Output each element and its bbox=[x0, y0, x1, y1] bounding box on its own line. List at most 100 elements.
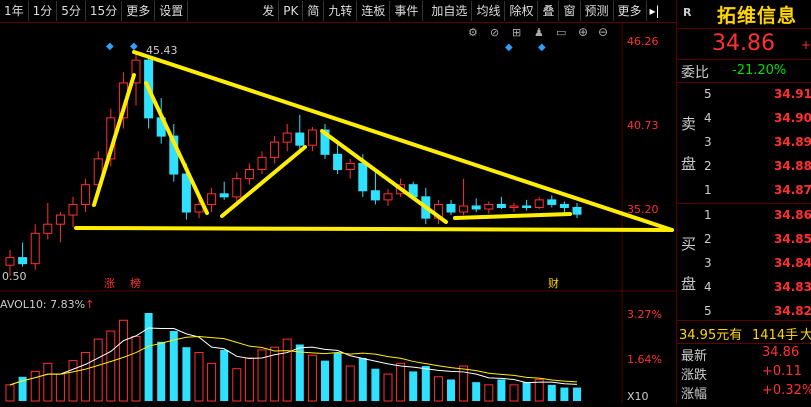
volume-bar[interactable] bbox=[118, 319, 128, 402]
volume-bar[interactable] bbox=[282, 338, 292, 402]
order-book-row[interactable]: 5 34.91 bbox=[677, 83, 811, 107]
candle-body[interactable] bbox=[572, 206, 582, 215]
order-book-row[interactable]: 3 34.89 bbox=[677, 131, 811, 155]
candle-body[interactable] bbox=[370, 190, 380, 201]
volume-bar[interactable] bbox=[333, 352, 342, 401]
candle-body[interactable] bbox=[270, 141, 280, 158]
toolbar-item[interactable]: 设置 bbox=[155, 1, 189, 21]
candle-body[interactable] bbox=[307, 129, 317, 146]
toolbar-item[interactable]: 均线 bbox=[472, 1, 506, 21]
volume-bar[interactable] bbox=[345, 365, 355, 402]
volume-bar[interactable] bbox=[232, 368, 242, 402]
diamond-icon[interactable]: ◆ bbox=[505, 42, 513, 53]
volume-bar[interactable] bbox=[307, 354, 317, 402]
volume-bar[interactable] bbox=[169, 331, 178, 401]
candle-body[interactable] bbox=[232, 178, 242, 198]
volume-bar[interactable] bbox=[472, 382, 481, 401]
volume-bar[interactable] bbox=[459, 365, 469, 402]
candle-body[interactable] bbox=[509, 205, 519, 208]
volume-bar[interactable] bbox=[131, 335, 141, 402]
toolbar-item[interactable]: 预测 bbox=[581, 1, 614, 21]
volume-bar[interactable] bbox=[484, 384, 494, 402]
volume-bar[interactable] bbox=[383, 373, 393, 402]
volume-bar[interactable] bbox=[560, 387, 569, 401]
candlestick-chart[interactable]: 46.26 40.73 35.20 0.50 45.43 涨 榜 财 AVOL1… bbox=[0, 23, 676, 403]
volume-bar[interactable] bbox=[207, 362, 217, 402]
volume-bar[interactable] bbox=[409, 371, 418, 401]
toolbar-item[interactable]: PK bbox=[279, 1, 304, 21]
candle-body[interactable] bbox=[5, 257, 15, 266]
candle-body[interactable] bbox=[383, 193, 393, 201]
candle-body[interactable] bbox=[534, 199, 544, 208]
toolbar-item[interactable]: 5分 bbox=[57, 1, 86, 21]
toolbar-item[interactable]: 窗 bbox=[559, 1, 581, 21]
volume-bar[interactable] bbox=[447, 379, 455, 401]
diamond-icon[interactable]: ◆ bbox=[106, 41, 114, 52]
candle-body[interactable] bbox=[459, 205, 469, 213]
toolbar-item[interactable]: 加自选 bbox=[427, 1, 473, 21]
trendline[interactable] bbox=[92, 73, 136, 207]
volume-bar[interactable] bbox=[509, 384, 519, 402]
toolbar-item[interactable]: 发 bbox=[258, 1, 280, 21]
candle-body[interactable] bbox=[219, 193, 229, 198]
toolbar-item[interactable]: 1年 bbox=[0, 1, 29, 21]
toolbar-item[interactable]: 1分 bbox=[29, 1, 58, 21]
volume-bar[interactable] bbox=[321, 360, 329, 401]
collapse-arrow-icon[interactable]: ▸| bbox=[647, 4, 663, 18]
volume-bar[interactable] bbox=[68, 360, 78, 402]
candle-body[interactable] bbox=[496, 203, 506, 208]
candle-body[interactable] bbox=[522, 205, 532, 208]
chart-type-icon[interactable]: ⊞ bbox=[512, 26, 521, 39]
order-book-row[interactable]: 2 34.88 bbox=[677, 155, 811, 179]
volume-bar[interactable] bbox=[106, 330, 116, 402]
order-book-row[interactable]: 1 34.86 bbox=[677, 204, 811, 228]
order-book-row[interactable]: 4 34.83 bbox=[677, 276, 811, 300]
candle-body[interactable] bbox=[471, 205, 481, 210]
candle-body[interactable] bbox=[345, 162, 355, 171]
candle-body[interactable] bbox=[559, 203, 569, 208]
candle-body[interactable] bbox=[282, 132, 292, 143]
volume-bar[interactable] bbox=[5, 384, 15, 402]
volume-bar[interactable] bbox=[194, 352, 204, 402]
candle-body[interactable] bbox=[68, 203, 78, 216]
order-book-row[interactable]: 1 34.87 bbox=[677, 179, 811, 203]
trendline[interactable] bbox=[144, 81, 209, 215]
trendline[interactable] bbox=[453, 212, 572, 220]
volume-bar[interactable] bbox=[81, 352, 91, 402]
volume-bar[interactable] bbox=[522, 382, 531, 401]
candle-body[interactable] bbox=[257, 156, 267, 171]
order-book-row[interactable]: 2 34.85 bbox=[677, 228, 811, 252]
candle-body[interactable] bbox=[207, 193, 217, 205]
order-book-row[interactable]: 3 34.84 bbox=[677, 252, 811, 276]
toolbar-item[interactable]: 事件 bbox=[390, 1, 424, 21]
toolbar-item[interactable]: 更多 bbox=[614, 1, 647, 21]
volume-bar[interactable] bbox=[182, 347, 191, 401]
volume-bar[interactable] bbox=[93, 338, 103, 402]
volume-bar[interactable] bbox=[433, 376, 443, 402]
volume-bar[interactable] bbox=[358, 357, 367, 401]
candle-body[interactable] bbox=[295, 132, 305, 146]
volume-bar[interactable] bbox=[244, 357, 254, 402]
volume-bar[interactable] bbox=[371, 368, 380, 401]
volume-bar[interactable] bbox=[396, 362, 406, 402]
trendline[interactable] bbox=[74, 226, 674, 232]
diamond-icon[interactable]: ◆ bbox=[130, 41, 138, 52]
settings-gear-icon[interactable]: ⚙ bbox=[468, 26, 478, 39]
toolbar-item[interactable]: 九转 bbox=[324, 1, 358, 21]
candle-body[interactable] bbox=[484, 203, 494, 210]
zoom-in-icon[interactable]: ⊕ bbox=[578, 25, 588, 39]
volume-bar[interactable] bbox=[573, 387, 581, 401]
volume-bar[interactable] bbox=[30, 370, 40, 402]
volume-bar[interactable] bbox=[421, 366, 430, 401]
order-book-row[interactable]: 4 34.90 bbox=[677, 107, 811, 131]
toolbar-item[interactable]: 除权 bbox=[505, 1, 539, 21]
candle-body[interactable] bbox=[55, 214, 65, 225]
lock-icon[interactable]: ⊘ bbox=[490, 26, 499, 39]
marker-bang[interactable]: 榜 bbox=[130, 276, 141, 290]
volume-bar[interactable] bbox=[547, 384, 556, 401]
trendline[interactable] bbox=[320, 129, 448, 224]
candle-body[interactable] bbox=[30, 232, 40, 265]
volume-bar[interactable] bbox=[157, 341, 166, 401]
toolbar-item[interactable]: 叠 bbox=[538, 1, 560, 21]
volume-bar[interactable] bbox=[220, 349, 229, 401]
